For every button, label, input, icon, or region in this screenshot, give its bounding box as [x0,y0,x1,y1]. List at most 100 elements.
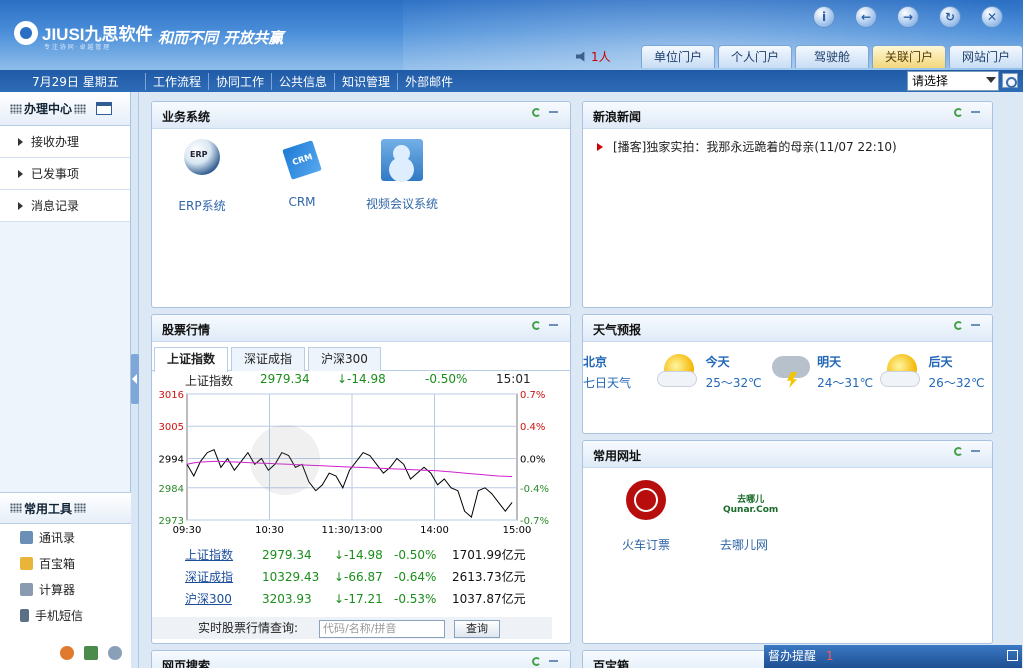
sidebar: 办理中心 接收办理 已发事项 消息记录 常用工具 通讯录 百宝箱 计算器 手机短… [0,92,131,668]
info-icon[interactable]: i [813,6,835,28]
portlet-title: 常用网址 [583,441,992,468]
logo-subtitle: 专 注 协 同 · 卓 越 管 理 [44,44,110,51]
sidebar-item-sent[interactable]: 已发事项 [0,158,130,190]
app-list: ERP系统 CRM 视频会议系统 [152,129,570,214]
supervision-reminder[interactable]: 督办提醒 1 [764,645,1022,668]
refresh-icon[interactable] [954,447,963,456]
sidebar-item-receive[interactable]: 接收办理 [0,126,130,158]
refresh-icon[interactable]: ↻ [939,6,961,28]
link-label: 火车订票 [621,538,670,552]
forward-icon[interactable]: → [897,6,919,28]
tool-sms[interactable]: 手机短信 [0,602,131,628]
minimize-icon[interactable] [971,108,980,113]
city-name: 北京 [583,355,608,369]
y-tick-label-right: 0.0% [520,454,545,465]
tool-calculator[interactable]: 计算器 [0,576,131,602]
quote-price: 2979.34 [260,372,310,386]
portlet-tools [954,447,980,456]
refresh-icon[interactable] [532,108,541,117]
back-icon[interactable]: ← [855,6,877,28]
minimize-icon[interactable] [549,321,558,326]
stock-table: 上证指数 2979.34 ↓-14.98 -0.50% 1701.99亿元 深证… [185,544,532,610]
stock-link[interactable]: 上证指数 [185,544,262,566]
menu-item-public-info[interactable]: 公共信息 [271,73,334,90]
minimize-icon[interactable] [971,321,980,326]
weather-city[interactable]: 北京 七日天气 [583,352,658,394]
erp-icon [184,139,220,175]
quote-name: 上证指数 [185,374,234,388]
link-qunar[interactable]: 去哪儿 Qunar.Com 去哪儿网 [695,480,793,553]
tab-cockpit[interactable]: 驾驶舱 [795,45,869,68]
app-crm[interactable]: CRM [252,139,352,214]
stock-amount: 1037.87亿元 [452,592,526,606]
portal-select[interactable]: 请选择 [907,71,999,91]
tab-personal-portal[interactable]: 个人门户 [718,45,792,68]
caret-right-icon [18,137,23,146]
reminder-label: 督办提醒 [768,649,817,663]
menu-item-collaboration[interactable]: 协同工作 [208,73,271,90]
nav-bar: 7月29日 星期五 工作流程 协同工作 公共信息 知识管理 外部邮件 请选择 [0,70,1023,92]
stock-link[interactable]: 深证成指 [185,566,262,588]
tab-csi300[interactable]: 沪深300 [308,347,381,371]
stock-query-bar: 实时股票行情查询: 代码/名称/拼音 查询 [152,617,552,639]
links-portlet: 常用网址 火车订票 去哪儿 Qunar.Com 去哪儿网 [582,440,993,644]
seven-day-link[interactable]: 七日天气 [583,373,658,394]
sidebar-title: 办理中心 [24,102,73,116]
menu-item-external-mail[interactable]: 外部邮件 [397,73,460,90]
web-search-portlet: 网页搜索 [151,650,571,668]
settings-icon[interactable] [108,646,122,660]
tools-icon[interactable] [84,646,98,660]
minimize-icon[interactable] [549,108,558,113]
stock-link[interactable]: 沪深300 [185,588,262,610]
logo-mark-icon [14,20,38,45]
close-icon[interactable]: ✕ [981,6,1003,28]
sidebar-item-messages[interactable]: 消息记录 [0,190,130,222]
sidebar-splitter[interactable] [131,92,139,668]
y-axis-right: 0.7%0.4%0.0%-0.4%-0.7% [520,390,549,527]
refresh-icon[interactable] [954,321,963,330]
refresh-icon[interactable] [954,108,963,117]
portlet-tools [532,321,558,330]
tool-label: 百宝箱 [39,556,76,571]
search-icon[interactable] [1002,73,1018,88]
day-label: 后天 [928,355,953,369]
portal-select-value: 请选择 [912,74,949,88]
x-tick-label: 14:00 [420,525,449,536]
news-item[interactable]: [播客]独家实拍：我那永远跪着的母亲(11/07 22:10) [583,129,992,155]
link-train-tickets[interactable]: 火车订票 [597,480,695,553]
qunar-icon: 去哪儿 Qunar.Com [723,495,779,515]
window-icon[interactable] [96,102,113,115]
stock-query-button[interactable]: 查询 [454,620,500,638]
tool-toolbox[interactable]: 百宝箱 [0,550,131,576]
tool-label: 手机短信 [35,608,84,623]
quote-change: ↓-14.98 [337,372,386,386]
refresh-icon[interactable] [532,657,541,666]
portlet-tools [532,657,558,666]
menu-item-knowledge[interactable]: 知识管理 [334,73,397,90]
tab-unit-portal[interactable]: 单位门户 [641,45,715,68]
collapse-sidebar-icon[interactable] [131,354,139,404]
minimize-icon[interactable] [971,447,980,452]
stock-tabs: 上证指数 深证成指 沪深300 [152,342,570,372]
tool-address-book[interactable]: 通讯录 [0,524,131,550]
stock-portlet: 股票行情 上证指数 深证成指 沪深300 上证指数 2979.34 ↓-14.9… [151,314,571,644]
app-video-conference[interactable]: 视频会议系统 [352,139,452,214]
stock-amount: 1701.99亿元 [452,548,526,562]
refresh-icon[interactable] [532,321,541,330]
minimize-icon[interactable] [549,657,558,662]
weather-day-tomorrow: 明天 24～31℃ [769,352,880,394]
tab-shanghai-index[interactable]: 上证指数 [154,347,229,372]
online-users[interactable]: 1人 [576,48,611,65]
maximize-icon[interactable] [1007,650,1018,661]
quote-pct: -0.50% [425,372,468,386]
tab-shenzhen-index[interactable]: 深证成指 [231,347,306,371]
tab-website-portal[interactable]: 网站门户 [949,45,1023,68]
portlet-title: 新浪新闻 [583,102,992,129]
stock-query-input[interactable]: 代码/名称/拼音 [319,620,445,638]
railway-icon [626,480,666,520]
user-icon[interactable] [60,646,74,660]
menu-item-workflow[interactable]: 工作流程 [145,73,208,90]
caret-right-icon [18,169,23,178]
tab-related-portal[interactable]: 关联门户 [872,45,946,68]
app-erp[interactable]: ERP系统 [152,139,252,214]
